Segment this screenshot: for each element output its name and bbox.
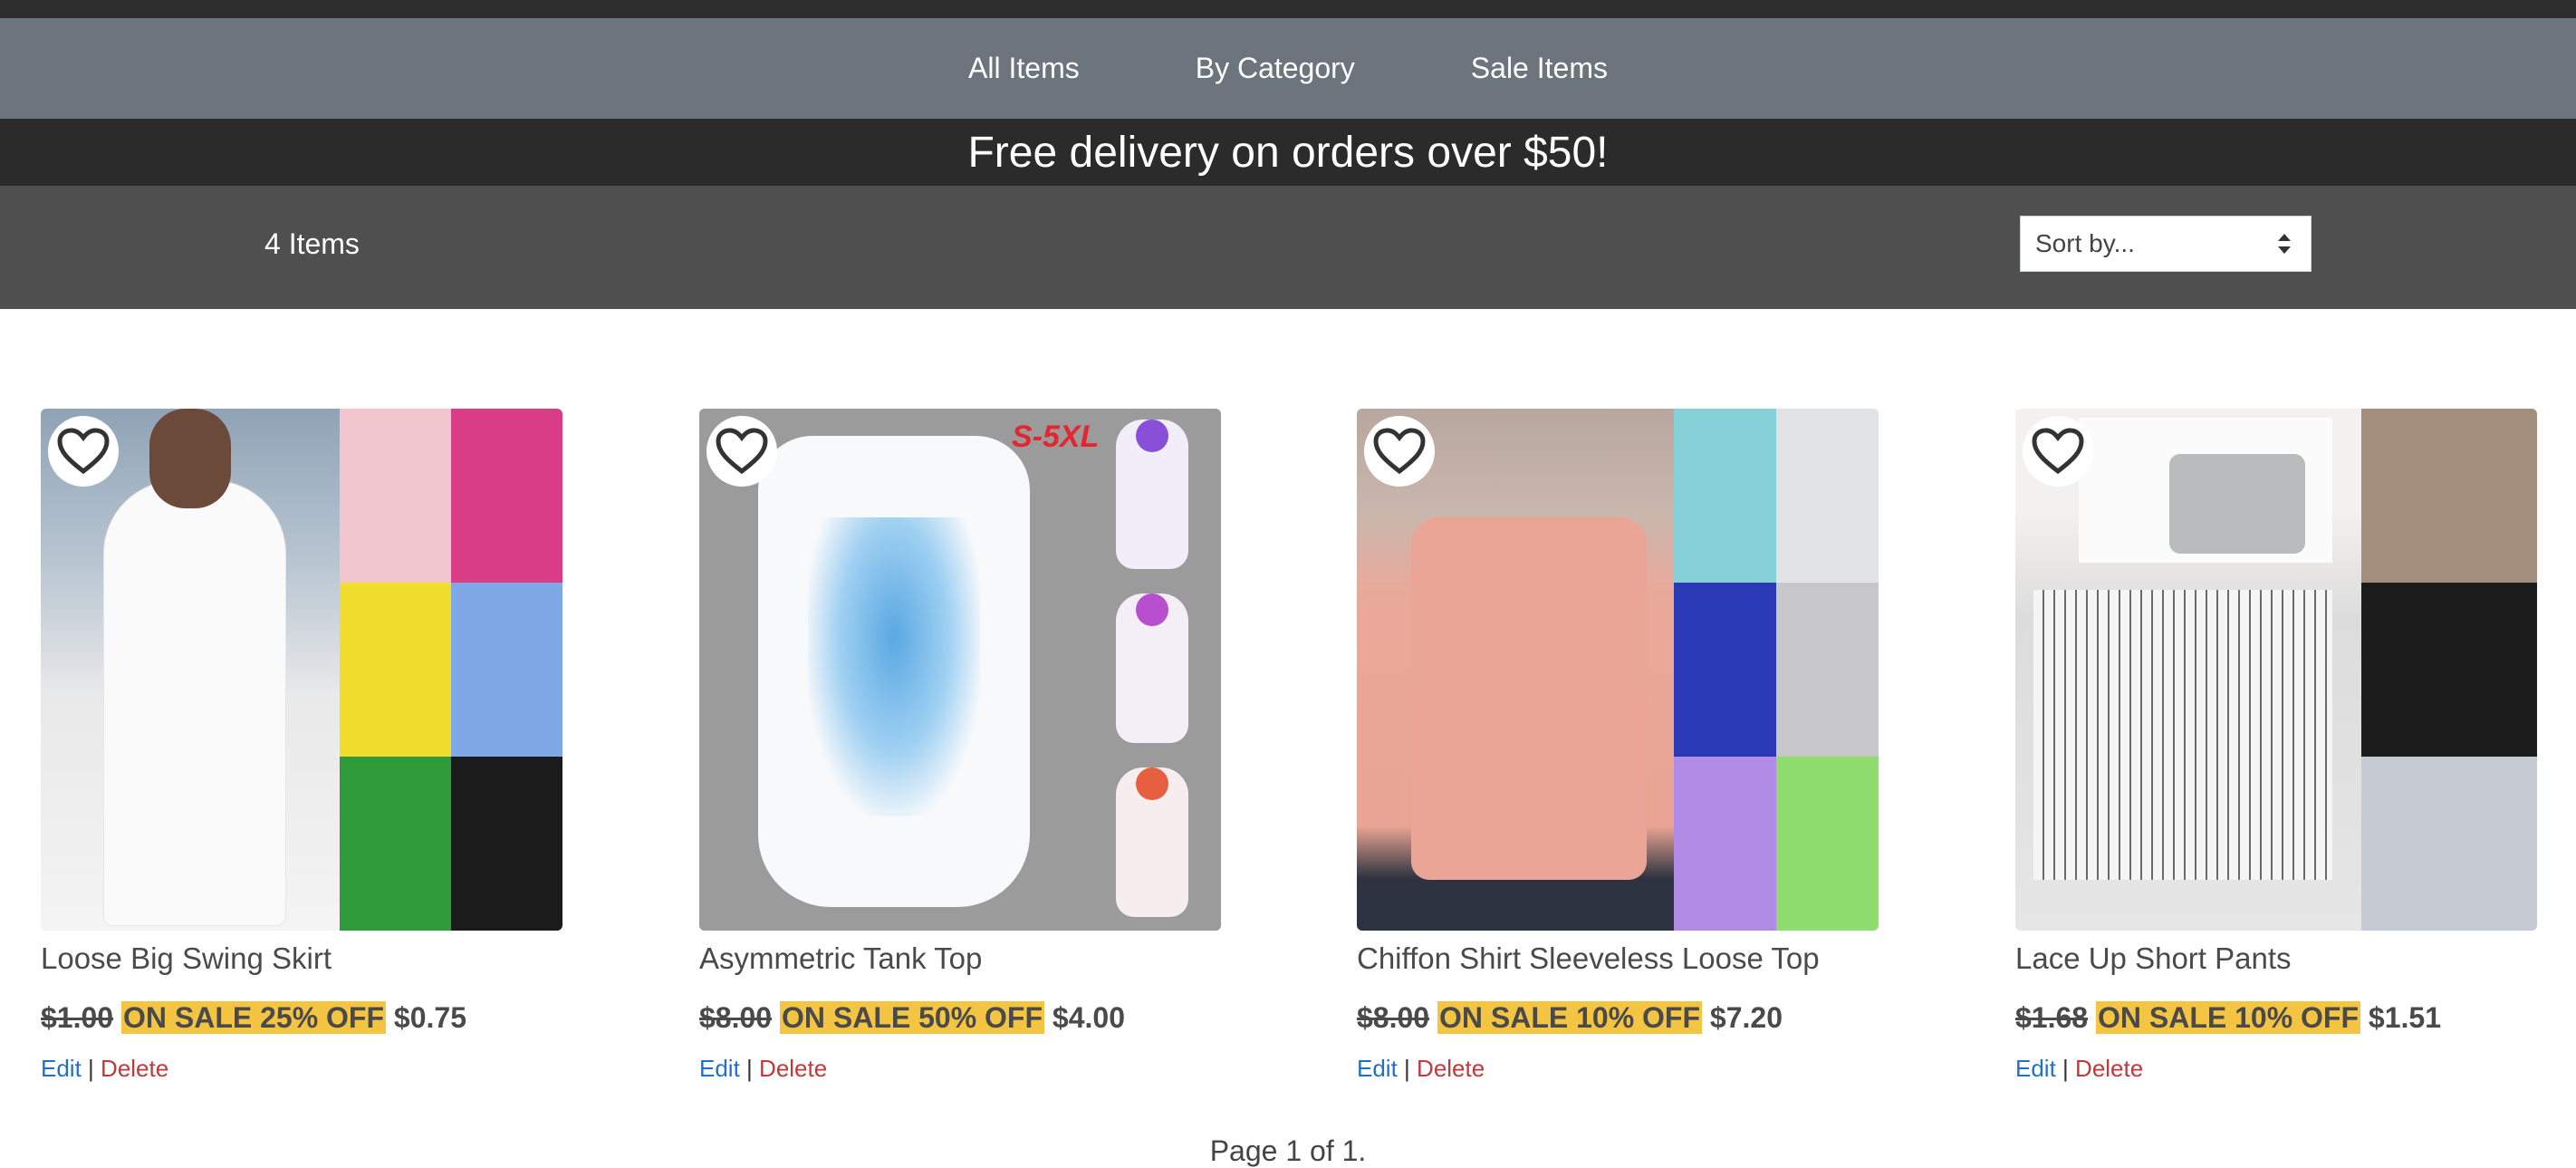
sort-select[interactable]: Sort by... <box>2020 216 2312 272</box>
original-price: $8.00 <box>699 1001 773 1034</box>
product-title[interactable]: Asymmetric Tank Top <box>699 941 1221 976</box>
action-separator: | <box>2062 1055 2069 1082</box>
price-line: $1.68 ON SALE 10% OFF $1.51 <box>2015 1001 2537 1035</box>
price-line: $8.00 ON SALE 10% OFF $7.20 <box>1357 1001 1879 1035</box>
nav-sale-items[interactable]: Sale Items <box>1471 52 1608 85</box>
promo-text: Free delivery on orders over $50! <box>967 128 1609 177</box>
product-title[interactable]: Loose Big Swing Skirt <box>41 941 562 976</box>
promo-banner: Free delivery on orders over $50! <box>0 119 2576 186</box>
image-size-label: S-5XL <box>1012 420 1100 454</box>
price-line: $8.00 ON SALE 50% OFF $4.00 <box>699 1001 1221 1035</box>
sort-arrows-icon <box>2278 234 2291 254</box>
sale-badge: ON SALE 10% OFF <box>1437 1001 1703 1034</box>
product-image[interactable] <box>41 409 562 931</box>
delete-link[interactable]: Delete <box>759 1055 827 1082</box>
action-separator: | <box>746 1055 753 1082</box>
pagination-text: Page 1 of 1. <box>1209 1134 1367 1167</box>
card-actions: Edit | Delete <box>41 1055 562 1083</box>
delete-link[interactable]: Delete <box>101 1055 168 1082</box>
heart-outline-icon <box>2032 428 2084 475</box>
favorite-button[interactable] <box>2023 416 2093 487</box>
edit-link[interactable]: Edit <box>2015 1055 2056 1082</box>
favorite-button[interactable] <box>1364 416 1435 487</box>
sale-price: $1.51 <box>2368 1001 2441 1034</box>
sale-badge: ON SALE 10% OFF <box>2095 1001 2361 1034</box>
heart-outline-icon <box>1373 428 1426 475</box>
sort-select-value: Sort by... <box>2035 229 2135 257</box>
product-image[interactable] <box>1357 409 1879 931</box>
card-actions: Edit | Delete <box>2015 1055 2537 1083</box>
product-card: S-5XL Asymmetric Tank Top $8.00 ON SALE … <box>699 409 1221 1083</box>
action-separator: | <box>1404 1055 1410 1082</box>
nav-by-category[interactable]: By Category <box>1196 52 1355 85</box>
main-nav: All Items By Category Sale Items <box>0 18 2576 119</box>
top-strip <box>0 0 2576 18</box>
action-separator: | <box>88 1055 94 1082</box>
card-actions: Edit | Delete <box>699 1055 1221 1083</box>
original-price: $8.00 <box>1357 1001 1430 1034</box>
edit-link[interactable]: Edit <box>1357 1055 1398 1082</box>
edit-link[interactable]: Edit <box>41 1055 82 1082</box>
original-price: $1.00 <box>41 1001 114 1034</box>
delete-link[interactable]: Delete <box>1417 1055 1485 1082</box>
item-count: 4 Items <box>264 227 360 260</box>
heart-outline-icon <box>716 428 768 475</box>
product-card: Loose Big Swing Skirt $1.00 ON SALE 25% … <box>41 409 562 1083</box>
results-toolbar: 4 Items Sort by... <box>0 186 2576 309</box>
edit-link[interactable]: Edit <box>699 1055 740 1082</box>
product-image[interactable]: S-5XL <box>699 409 1221 931</box>
favorite-button[interactable] <box>706 416 777 487</box>
sale-badge: ON SALE 25% OFF <box>120 1001 387 1034</box>
heart-outline-icon <box>57 428 110 475</box>
sale-price: $4.00 <box>1052 1001 1125 1034</box>
delete-link[interactable]: Delete <box>2075 1055 2143 1082</box>
original-price: $1.68 <box>2015 1001 2089 1034</box>
product-card: Lace Up Short Pants $1.68 ON SALE 10% OF… <box>2015 409 2537 1083</box>
card-actions: Edit | Delete <box>1357 1055 1879 1083</box>
favorite-button[interactable] <box>48 416 119 487</box>
product-card: Chiffon Shirt Sleeveless Loose Top $8.00… <box>1357 409 1879 1083</box>
sale-price: $0.75 <box>393 1001 466 1034</box>
nav-all-items[interactable]: All Items <box>968 52 1080 85</box>
product-title[interactable]: Chiffon Shirt Sleeveless Loose Top <box>1357 941 1879 976</box>
product-title[interactable]: Lace Up Short Pants <box>2015 941 2537 976</box>
price-line: $1.00 ON SALE 25% OFF $0.75 <box>41 1001 562 1035</box>
product-image[interactable] <box>2015 409 2537 931</box>
sale-price: $7.20 <box>1709 1001 1783 1034</box>
sale-badge: ON SALE 50% OFF <box>779 1001 1045 1034</box>
